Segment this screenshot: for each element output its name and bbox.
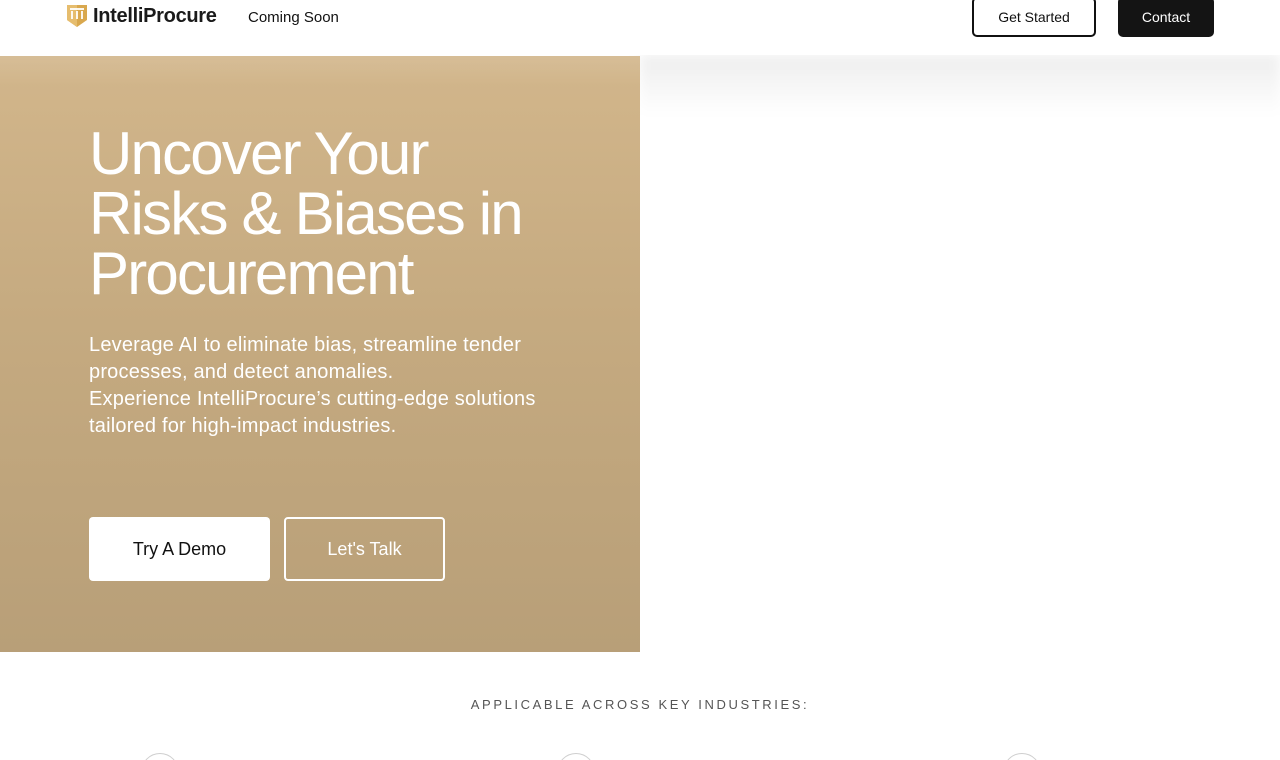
building-columns-icon xyxy=(67,5,87,27)
hero-description-line: processes, and detect anomalies. xyxy=(89,361,394,383)
industries-heading: APPLICABLE ACROSS KEY INDUSTRIES: xyxy=(470,697,810,712)
logo[interactable]: IntelliProcure xyxy=(66,3,217,29)
get-started-button[interactable]: Get Started xyxy=(972,0,1096,37)
lets-talk-button[interactable]: Let's Talk xyxy=(284,517,445,581)
site-header: IntelliProcure Coming Soon Get Started C… xyxy=(0,0,1280,55)
industry-icon xyxy=(141,753,179,760)
hero-title: Uncover Your Risks & Biases in Procureme… xyxy=(89,124,609,304)
hero-section: Uncover Your Risks & Biases in Procureme… xyxy=(0,56,640,652)
hero-description: Leverage AI to eliminate bias, streamlin… xyxy=(89,332,549,440)
hero-description-line: Experience IntelliProcure’s cutting-edge… xyxy=(89,388,536,410)
hero-title-line: Procurement xyxy=(89,240,414,307)
hero-description-line: tailored for high-impact industries. xyxy=(89,415,397,437)
logo-text: IntelliProcure xyxy=(93,4,217,27)
industry-icon xyxy=(557,753,595,760)
hero-title-line: Risks & Biases in xyxy=(89,180,524,247)
try-demo-button[interactable]: Try A Demo xyxy=(89,517,270,581)
hero-title-line: Uncover Your xyxy=(89,120,429,187)
nav-coming-soon[interactable]: Coming Soon xyxy=(248,9,339,26)
contact-button[interactable]: Contact xyxy=(1118,0,1214,37)
hero-description-line: Leverage AI to eliminate bias, streamlin… xyxy=(89,334,522,356)
header-shadow xyxy=(640,55,1280,115)
hero-glow xyxy=(0,56,640,86)
industry-icon xyxy=(1003,753,1041,760)
